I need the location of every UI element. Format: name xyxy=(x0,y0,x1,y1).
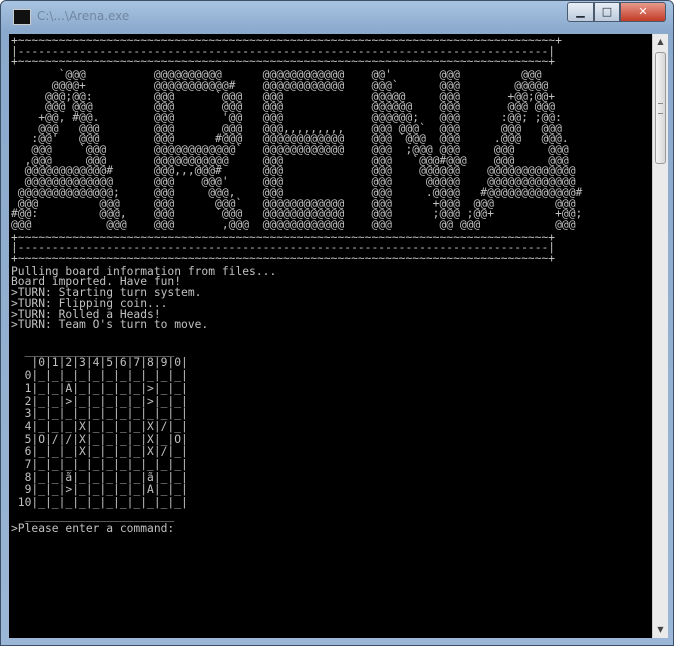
board-header: |0|1|2|3|4|5|6|7|8|9|0| xyxy=(11,356,188,370)
board-row: 5|O|/|/|X|_|_|_|_|X|_|O| xyxy=(11,432,188,446)
board-top-border: ______________________ xyxy=(11,343,175,357)
board-bottom-border: ______________________ xyxy=(11,508,175,522)
arena-logo-art: `@@@ @@@@@@@@@@ @@@@@@@@@@@@ @@' @@@ @@@… xyxy=(11,68,583,231)
log-lines: Pulling board information from files... … xyxy=(11,264,277,332)
board-row: 8|_|_|ã|_|_|_|_|_|ã|_|_| xyxy=(11,470,188,484)
banner-bottom: +~~~~~~~~~~~~~~~~~~~~~~~~~~~~~~~~~~~~~~~… xyxy=(11,230,556,266)
board-row: 2|_|_|>|_|_|_|_|_|>|_|_| xyxy=(11,394,188,408)
grip-icon xyxy=(658,103,663,114)
board-row: 9|_|_|>|_|_|_|_|_|A|_|_| xyxy=(11,483,188,497)
maximize-button[interactable]: □ xyxy=(594,2,620,22)
board-row: 0|_|_|_|_|_|_|_|_|_|_|_| xyxy=(11,369,188,383)
board-row: 3|_|_|_|_|_|_|_|_|_|_|_| xyxy=(11,407,188,421)
command-prompt[interactable]: >Please enter a command: xyxy=(9,522,652,535)
board-row: 1|_|_|A|_|_|_|_|_|>|_|_| xyxy=(11,381,188,395)
minimize-button[interactable]: ▁ xyxy=(567,2,594,22)
board-row: 7|_|_|_|_|_|_|_|_|_|_|_| xyxy=(11,458,188,472)
scroll-up-arrow-icon[interactable]: ▲ xyxy=(653,34,668,50)
window-title: C:\...\Arena.exe xyxy=(37,9,130,23)
board-row: 10|_|_|_|_|_|_|_|_|_|_|_| xyxy=(11,496,188,510)
title-bar[interactable]: C:\...\Arena.exe ▁ □ ✕ xyxy=(1,1,673,31)
banner-top: +~~~~~~~~~~~~~~~~~~~~~~~~~~~~~~~~~~~~~~~… xyxy=(11,34,562,69)
board-row: 4|_|_|_|X|_|_|_|_|X|/|_| xyxy=(11,419,188,433)
console-window: C:\...\Arena.exe ▁ □ ✕ +~~~~~~~~~~~~~~~~… xyxy=(0,0,674,646)
console-output[interactable]: +~~~~~~~~~~~~~~~~~~~~~~~~~~~~~~~~~~~~~~~… xyxy=(9,34,652,638)
close-button[interactable]: ✕ xyxy=(620,2,666,22)
vertical-scrollbar[interactable]: ▲ ▼ xyxy=(652,34,668,638)
scroll-down-arrow-icon[interactable]: ▼ xyxy=(653,622,668,638)
console-app-icon xyxy=(13,9,31,25)
board-row: 6|_|_|_|X|_|_|_|_|X|/|_| xyxy=(11,445,188,459)
scrollbar-thumb[interactable] xyxy=(655,52,666,164)
